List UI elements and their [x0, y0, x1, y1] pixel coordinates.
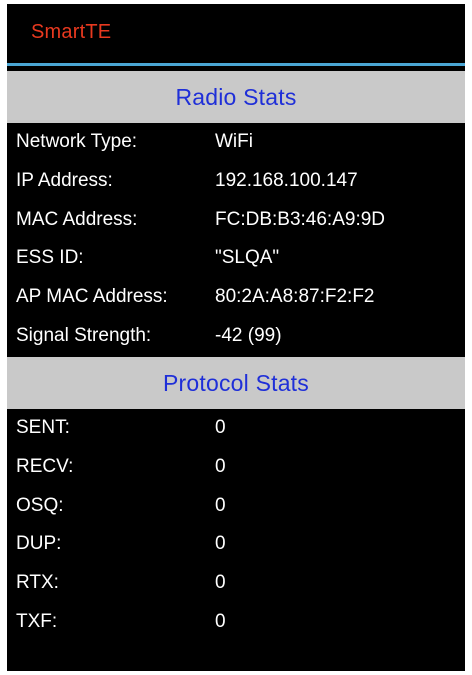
protocol-stats-list: SENT: 0 RECV: 0 OSQ: 0 DUP: 0 RTX: 0 TXF…: [7, 409, 465, 642]
stat-row-recv: RECV: 0: [7, 448, 465, 487]
stat-value: 0: [215, 533, 226, 555]
radio-stats-list: Network Type: WiFi IP Address: 192.168.1…: [7, 123, 465, 356]
stat-row-dup: DUP: 0: [7, 525, 465, 564]
stat-row-ess-id: ESS ID: "SLQA": [7, 239, 465, 278]
stat-row-ip-address: IP Address: 192.168.100.147: [7, 162, 465, 201]
stat-row-sent: SENT: 0: [7, 409, 465, 448]
stat-value: "SLQA": [215, 247, 280, 269]
stat-label: Network Type:: [16, 131, 138, 152]
stat-row-network-type: Network Type: WiFi: [7, 123, 465, 162]
stat-row-mac-address: MAC Address: FC:DB:B3:46:A9:9D: [7, 201, 465, 240]
stat-row-txf: TXF: 0: [7, 603, 465, 642]
stat-row-osq: OSQ: 0: [7, 487, 465, 526]
stat-label: DUP:: [16, 533, 62, 555]
stat-value: 0: [215, 417, 226, 438]
stat-value: WiFi: [215, 131, 253, 152]
stat-label: RTX:: [16, 572, 59, 594]
stat-value: FC:DB:B3:46:A9:9D: [215, 208, 386, 230]
device-screen: SmartTE Radio Stats Network Type: WiFi I…: [7, 4, 465, 671]
stat-value: 0: [215, 572, 226, 594]
stat-value: 0: [215, 494, 226, 516]
app-bar-divider: [7, 63, 465, 66]
stat-value: 0: [215, 610, 226, 632]
stat-row-ap-mac-address: AP MAC Address: 80:2A:A8:87:F2:F2: [7, 278, 465, 317]
radio-stats-title: Radio Stats: [175, 83, 297, 110]
stat-label: OSQ:: [16, 494, 64, 516]
radio-stats-header: Radio Stats: [7, 71, 465, 123]
stat-label: ESS ID:: [16, 247, 84, 269]
stat-row-rtx: RTX: 0: [7, 564, 465, 603]
stat-value: -42 (99): [215, 324, 282, 346]
protocol-stats-header: Protocol Stats: [7, 357, 465, 409]
stat-label: TXF:: [16, 610, 58, 632]
stat-label: SENT:: [16, 417, 70, 438]
stat-label: Signal Strength:: [16, 324, 152, 346]
stat-value: 80:2A:A8:87:F2:F2: [215, 286, 375, 308]
stat-label: AP MAC Address:: [16, 286, 168, 308]
app-title: SmartTE: [31, 21, 112, 43]
stat-row-signal-strength: Signal Strength: -42 (99): [7, 317, 465, 356]
stat-label: MAC Address:: [16, 208, 138, 230]
stat-value: 0: [215, 455, 226, 477]
stat-label: RECV:: [16, 455, 74, 477]
app-bar: SmartTE: [7, 4, 465, 63]
protocol-stats-title: Protocol Stats: [163, 369, 309, 396]
stat-value: 192.168.100.147: [215, 169, 358, 191]
stat-label: IP Address:: [16, 169, 113, 191]
